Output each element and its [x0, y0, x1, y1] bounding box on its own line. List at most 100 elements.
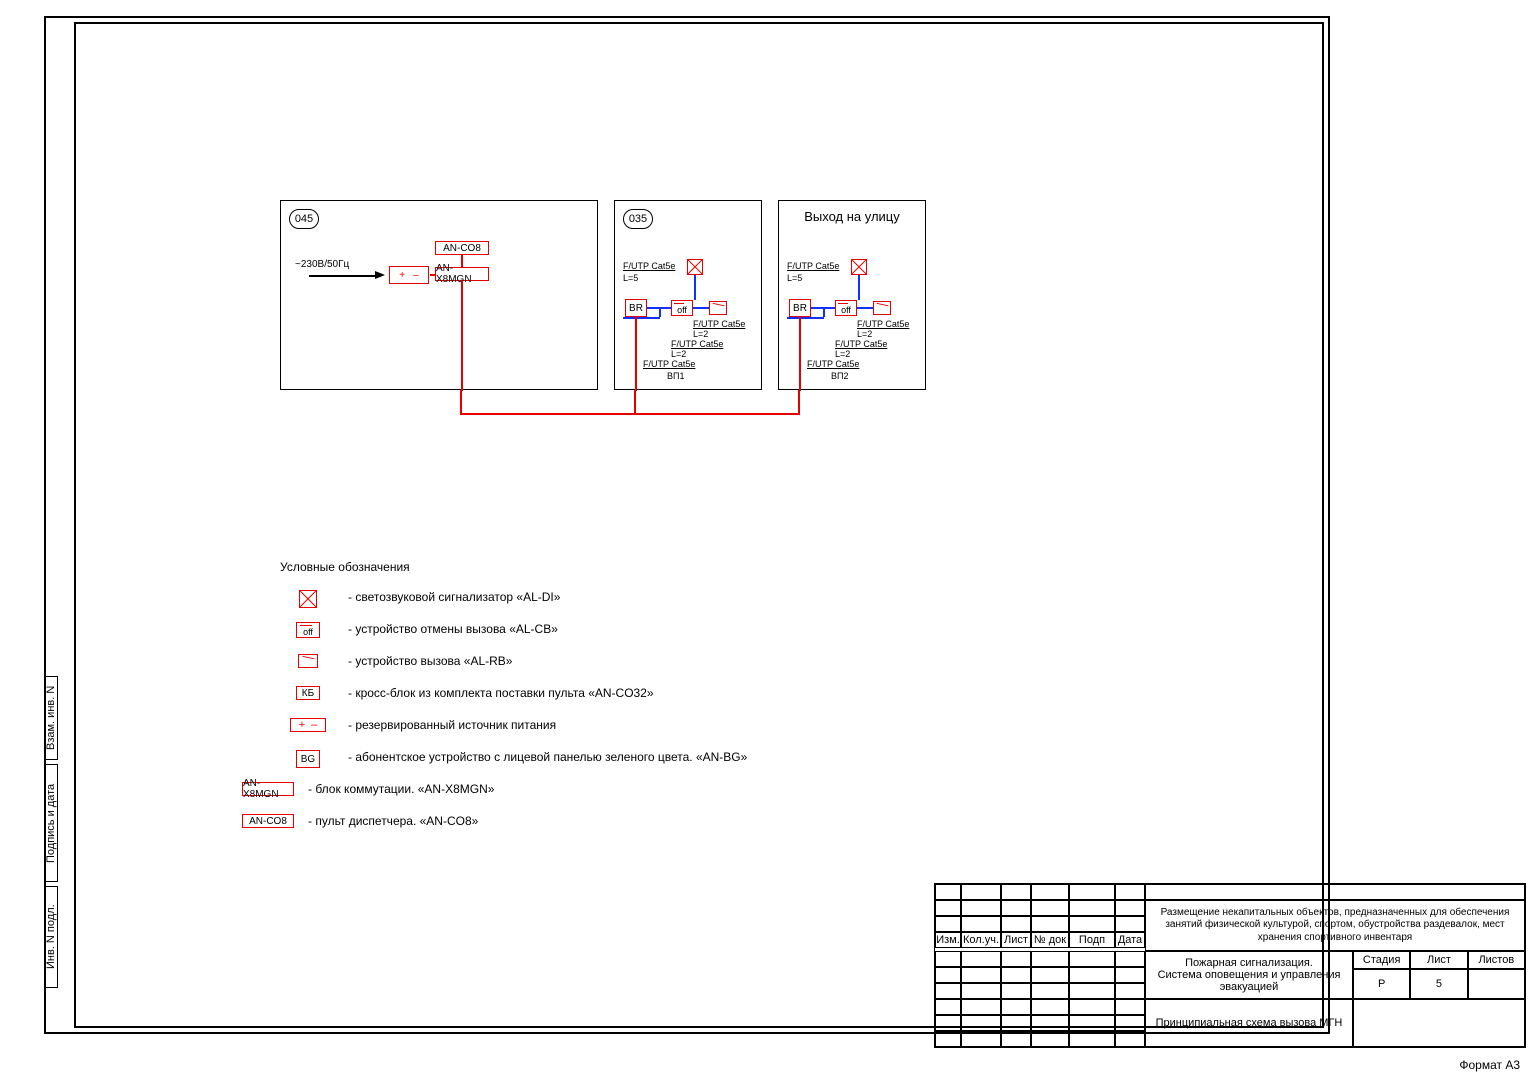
room-035-badge: 035: [623, 209, 653, 229]
tb-hdr-podp: Подп: [1069, 932, 1115, 948]
tb-val-listov: [1468, 969, 1525, 999]
tb-hdr-list: Лист: [1001, 932, 1031, 948]
legend-off-icon: off: [296, 622, 320, 638]
rexit-cable3: F/UTP Cat5e: [835, 339, 887, 349]
legend-bg-icon: BG: [296, 750, 320, 768]
tb-hdr-ndok: № док: [1031, 932, 1069, 948]
tb-col-list: Лист: [1410, 951, 1467, 969]
tb-col-listov: Листов: [1468, 951, 1525, 969]
rexit-wire-x-off: [858, 275, 860, 300]
title-block: Изм. Кол.уч. Лист № док Подп Дата Размещ…: [934, 883, 1526, 1049]
bus-exit-down: [798, 390, 800, 414]
r035-call: [709, 301, 727, 315]
format-label: Формат А3: [1459, 1058, 1520, 1072]
psu-symbol: + –: [389, 266, 429, 284]
rexit-l2b: L=2: [835, 349, 850, 359]
rexit-br: BR: [789, 299, 811, 317]
tab-podpis-data: Подпись и дата: [44, 764, 58, 882]
legend-row-psu: + – - резервированный источник питания: [280, 718, 780, 740]
r035-signal-icon: [687, 259, 703, 275]
legend-signal-text: - светозвуковой сигнализатор «AL-DI»: [348, 590, 780, 604]
r035-wire-split-h: [623, 317, 660, 319]
inner-frame: [74, 22, 1324, 1028]
tb-hdr-data: Дата: [1115, 932, 1145, 948]
rexit-wire-split-h: [787, 317, 824, 319]
bus-horizontal: [460, 413, 800, 415]
legend-row-kb: КБ - кросс-блок из комплекта поставки пу…: [280, 686, 780, 708]
legend-row-co8: AN-CO8 - пульт диспетчера. «AN-CO8»: [280, 814, 780, 836]
legend-kb-icon: КБ: [296, 686, 320, 700]
binding-tabs: Взам. инв. N Подпись и дата Инв. N подл.: [44, 676, 74, 988]
wire-co8-x8: [461, 255, 463, 267]
rexit-off: off: [835, 300, 857, 316]
r035-wire-x-off: [694, 275, 696, 300]
legend-x8-icon: AN-X8MGN: [242, 782, 294, 796]
room-045-badge: 045: [289, 209, 319, 229]
tb-hdr-izm: Изм.: [935, 932, 961, 948]
rexit-red-down: [799, 317, 801, 391]
r035-cable2: F/UTP Cat5e: [693, 319, 745, 329]
rexit-wire-off-call: [857, 307, 873, 309]
power-arrow-head: [375, 271, 385, 279]
legend-psu-text: - резервированный источник питания: [348, 718, 780, 732]
wire-x8-down: [461, 281, 463, 391]
tb-hdr-kol: Кол.уч.: [961, 932, 1001, 948]
r035-red-down: [635, 317, 637, 391]
tb-system-title: Пожарная сигнализация. Система оповещени…: [1145, 951, 1353, 999]
power-label: ~230В/50Гц: [295, 259, 349, 270]
bus-045-down: [460, 390, 462, 414]
module-an-x8mgn: AN-X8MGN: [435, 267, 489, 281]
rexit-bp: ВП2: [831, 371, 848, 381]
legend-kb-text: - кросс-блок из комплекта поставки пульт…: [348, 686, 780, 700]
rexit-cable2: F/UTP Cat5e: [857, 319, 909, 329]
legend-off-text: - устройство отмены вызова «AL-CB»: [348, 622, 780, 636]
psu-minus: –: [413, 270, 419, 281]
legend-row-bg: BG - абонентское устройство с лицевой па…: [280, 750, 780, 772]
rexit-signal-icon: [851, 259, 867, 275]
r035-bp: ВП1: [667, 371, 684, 381]
wire-psu-x8: [430, 274, 436, 276]
legend-signal-icon: [299, 590, 317, 608]
room-exit: Выход на улицу F/UTP Cat5e L=5 BR off F/…: [778, 200, 926, 390]
room-exit-title: Выход на улицу: [779, 209, 925, 224]
r035-cable1: F/UTP Cat5e: [623, 261, 675, 271]
legend-row-signal: - светозвуковой сигнализатор «AL-DI»: [280, 590, 780, 612]
tb-col-stadia: Стадия: [1353, 951, 1410, 969]
rexit-cable4: F/UTP Cat5e: [807, 359, 859, 369]
legend-psu-plus: +: [299, 719, 305, 731]
tb-val-list: 5: [1410, 969, 1467, 999]
psu-plus: +: [399, 270, 405, 281]
rexit-call: [873, 301, 891, 315]
r035-l5: L=5: [623, 273, 638, 283]
rexit-l2a: L=2: [857, 329, 872, 339]
legend-call-icon: [298, 654, 318, 668]
rexit-wire-split-v: [823, 307, 825, 317]
legend-co8-icon: AN-CO8: [242, 814, 294, 828]
legend-psu-icon: + –: [290, 718, 326, 732]
r035-off: off: [671, 300, 693, 316]
r035-cable3: F/UTP Cat5e: [671, 339, 723, 349]
r035-wire-off-call: [693, 307, 709, 309]
tb-val-stadia: Р: [1353, 969, 1410, 999]
legend-title: Условные обозначения: [280, 560, 780, 574]
room-035: 035 F/UTP Cat5e L=5 BR off F/UTP Cat5e L…: [614, 200, 762, 390]
legend-x8-text: - блок коммутации. «AN-X8MGN»: [308, 782, 780, 796]
tab-vzam-inv: Взам. инв. N: [44, 676, 58, 760]
tab-inv-podl: Инв. N подл.: [44, 886, 58, 988]
r035-cable4: F/UTP Cat5e: [643, 359, 695, 369]
legend-bg-text: - абонентское устройство с лицевой панел…: [348, 750, 780, 764]
r035-wire-split-v: [659, 307, 661, 317]
drawing-sheet: Взам. инв. N Подпись и дата Инв. N подл.…: [0, 0, 1536, 1086]
legend-row-x8: AN-X8MGN - блок коммутации. «AN-X8MGN»: [280, 782, 780, 804]
legend-call-text: - устройство вызова «AL-RB»: [348, 654, 780, 668]
legend-co8-text: - пульт диспетчера. «AN-CO8»: [308, 814, 780, 828]
legend-psu-minus: –: [311, 719, 317, 731]
module-an-co8: AN-CO8: [435, 241, 489, 255]
power-arrow-line: [309, 275, 375, 277]
r035-br: BR: [625, 299, 647, 317]
r035-l2b: L=2: [671, 349, 686, 359]
rexit-cable1: F/UTP Cat5e: [787, 261, 839, 271]
bus-035-down: [634, 390, 636, 414]
room-045: 045 ~230В/50Гц + – AN-CO8 AN-X8MGN: [280, 200, 598, 390]
tb-project-text: Размещение некапитальных объектов, предн…: [1145, 900, 1525, 952]
